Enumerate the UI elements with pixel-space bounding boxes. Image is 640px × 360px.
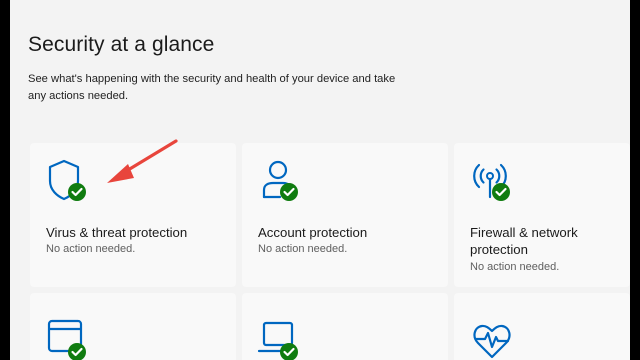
- app-browser-icon: [44, 317, 92, 360]
- windows-security-window: Security at a glance See what's happenin…: [10, 0, 630, 360]
- tile-firewall-network-protection[interactable]: Firewall & network protection No action …: [454, 143, 630, 287]
- tile-device-performance-health[interactable]: [454, 293, 630, 360]
- page-title: Security at a glance: [28, 33, 215, 56]
- heart-pulse-icon: [468, 317, 516, 360]
- tile-title: Account protection: [258, 225, 368, 240]
- tile-app-browser-control[interactable]: [30, 293, 236, 360]
- wifi-antenna-icon: [468, 157, 516, 205]
- tile-title: Firewall & network protection: [470, 225, 578, 257]
- shield-icon: [44, 157, 92, 205]
- tile-account-protection[interactable]: Account protection No action needed.: [242, 143, 448, 287]
- laptop-icon: [256, 317, 304, 360]
- tile-status: No action needed.: [258, 243, 348, 255]
- account-icon: [256, 157, 304, 205]
- tile-device-security[interactable]: [242, 293, 448, 360]
- tile-status: No action needed.: [470, 261, 560, 273]
- tile-title: Virus & threat protection: [46, 225, 188, 240]
- tile-virus-threat-protection[interactable]: Virus & threat protection No action need…: [30, 143, 236, 287]
- page-description: See what's happening with the security a…: [28, 73, 396, 102]
- tile-status: No action needed.: [46, 243, 136, 255]
